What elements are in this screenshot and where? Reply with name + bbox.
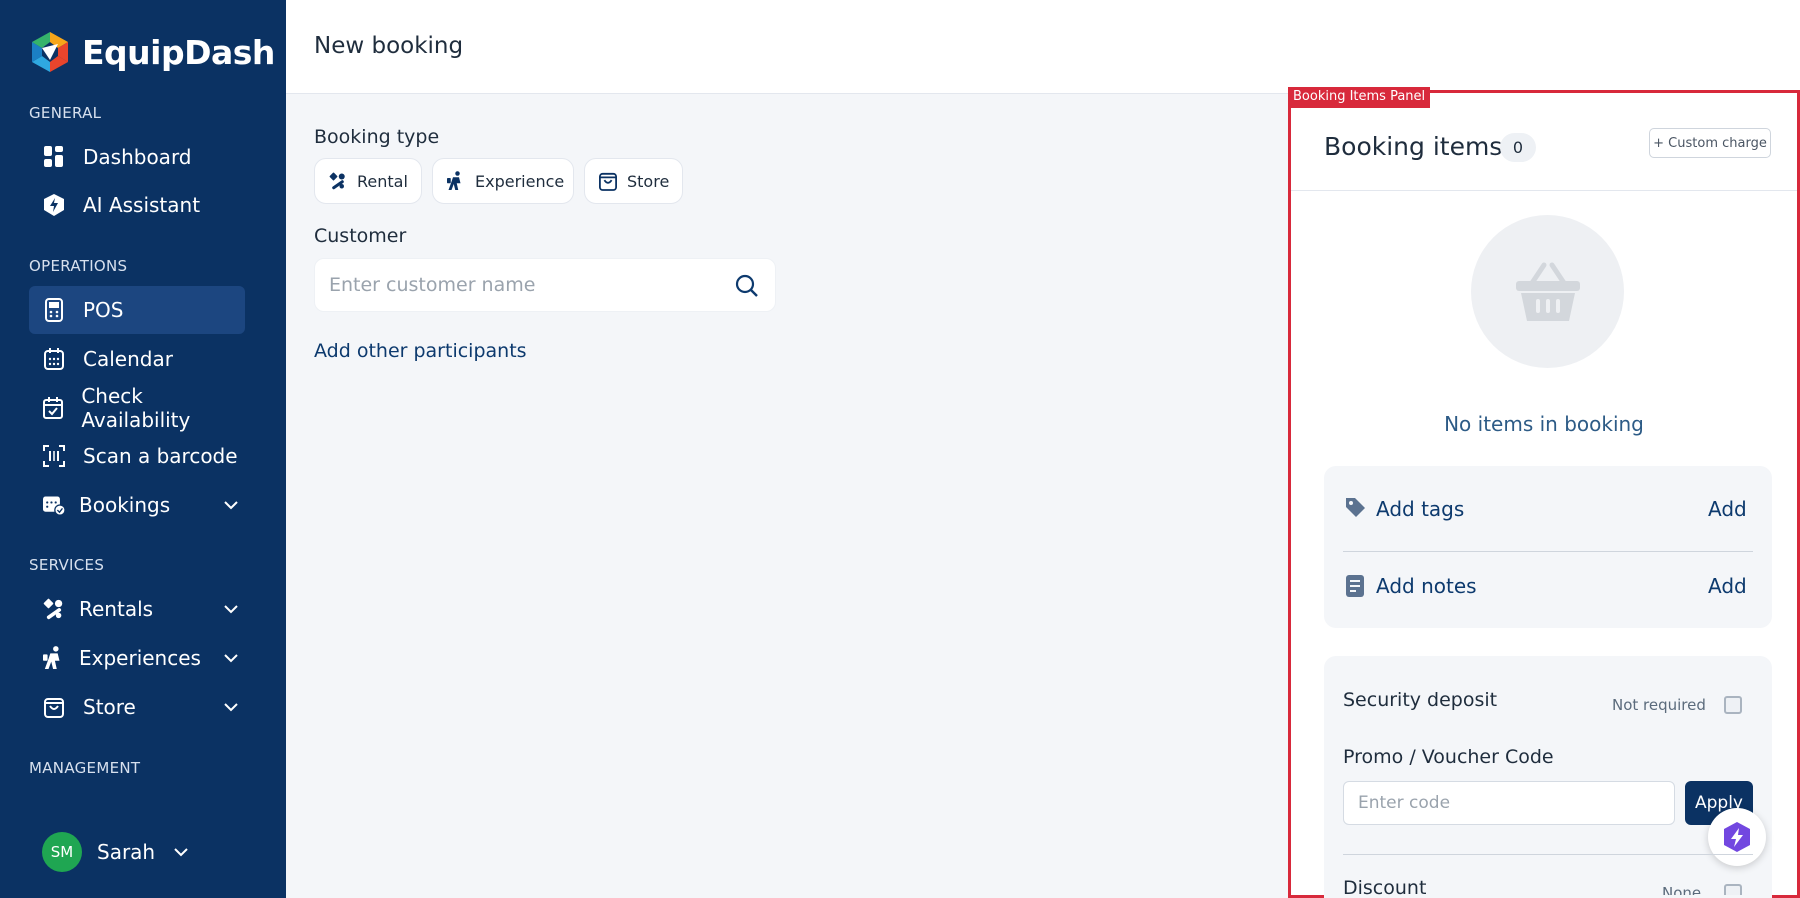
sidebar-item-bookings[interactable]: Bookings	[29, 481, 245, 529]
discount-checkbox[interactable]	[1724, 884, 1742, 895]
chevron-down-icon[interactable]	[173, 847, 189, 857]
sidebar-item-ai-assistant[interactable]: AI Assistant	[29, 181, 245, 229]
security-deposit-checkbox[interactable]	[1724, 696, 1742, 714]
discount-label: Discount	[1343, 877, 1427, 895]
lightning-icon	[1722, 821, 1752, 853]
app-name: EquipDash	[82, 32, 275, 72]
pos-terminal-icon	[43, 298, 65, 322]
sidebar-item-dashboard[interactable]: Dashboard	[29, 133, 245, 181]
ai-shield-icon	[43, 193, 65, 217]
avatar: SM	[42, 832, 82, 872]
shopping-bag-icon	[599, 171, 617, 191]
basket-icon	[1514, 261, 1582, 323]
security-deposit-status: Not required	[1612, 696, 1706, 714]
sidebar-item-store[interactable]: Store	[29, 683, 245, 731]
calendar-bookings-icon	[43, 493, 65, 517]
booking-type-rental-button[interactable]: Rental	[314, 158, 422, 204]
sidebar-item-label: Experiences	[79, 646, 201, 670]
user-name: Sarah	[97, 840, 156, 864]
sidebar: EquipDash GENERAL Dashboard AI Assistant…	[0, 0, 286, 898]
sidebar-item-calendar[interactable]: Calendar	[29, 335, 245, 383]
section-general: GENERAL	[29, 104, 102, 122]
sidebar-item-label: Bookings	[79, 493, 171, 517]
booking-type-label: Booking type	[314, 126, 440, 148]
section-services: SERVICES	[29, 556, 105, 574]
add-participants-link[interactable]: Add other participants	[314, 340, 527, 362]
security-deposit-label: Security deposit	[1343, 689, 1498, 711]
tag-icon	[1344, 496, 1366, 518]
sidebar-item-label: Dashboard	[83, 145, 192, 169]
sidebar-item-label: Rentals	[79, 597, 154, 621]
sidebar-item-label: Calendar	[83, 347, 173, 371]
calendar-check-icon	[43, 396, 64, 420]
empty-state-text: No items in booking	[1444, 412, 1644, 436]
customer-label: Customer	[314, 225, 407, 247]
sidebar-item-label: Scan a barcode	[83, 444, 238, 468]
chevron-down-icon[interactable]	[223, 697, 239, 716]
promo-code-field	[1343, 781, 1675, 825]
sidebar-item-check-availability[interactable]: Check Availability	[29, 384, 245, 432]
sidebar-item-experiences[interactable]: Experiences	[29, 634, 245, 682]
add-tags-label: Add tags	[1376, 497, 1465, 521]
equipdash-logo-icon	[28, 30, 72, 74]
customer-input[interactable]	[315, 259, 715, 311]
divider	[1343, 854, 1753, 855]
booking-type-label: Rental	[357, 171, 408, 191]
empty-basket	[1471, 215, 1624, 368]
notes-icon	[1345, 574, 1365, 598]
add-notes-button[interactable]: Add	[1708, 574, 1747, 598]
section-operations: OPERATIONS	[29, 257, 128, 275]
promo-code-input[interactable]	[1344, 782, 1674, 824]
divider	[1343, 551, 1753, 552]
divider	[1291, 190, 1797, 191]
quick-action-button[interactable]	[1708, 808, 1766, 866]
booking-type-label: Experience	[475, 171, 565, 191]
booking-type-store-button[interactable]: Store	[584, 158, 683, 204]
app-logo[interactable]: EquipDash	[28, 30, 275, 74]
chevron-down-icon[interactable]	[223, 599, 239, 618]
promo-code-label: Promo / Voucher Code	[1343, 746, 1554, 768]
section-management: MANAGEMENT	[29, 759, 141, 777]
rental-icon	[43, 597, 65, 621]
discount-status: None	[1662, 884, 1702, 895]
sidebar-item-label: POS	[83, 298, 124, 322]
calendar-icon	[43, 347, 65, 371]
search-icon[interactable]	[735, 274, 759, 302]
add-notes-label: Add notes	[1376, 574, 1477, 598]
rental-icon	[329, 172, 347, 190]
page-header: New booking	[286, 0, 1800, 94]
sidebar-item-label: Check Availability	[81, 384, 191, 432]
items-count-badge: 0	[1500, 133, 1536, 162]
sidebar-item-pos[interactable]: POS	[29, 286, 245, 334]
experience-icon	[447, 171, 465, 191]
chevron-down-icon[interactable]	[223, 648, 239, 667]
page-title: New booking	[314, 33, 464, 59]
booking-items-title: Booking items	[1324, 132, 1503, 161]
customer-search-field	[314, 258, 776, 312]
sidebar-item-rentals[interactable]: Rentals	[29, 585, 245, 633]
panel-annotation-tag: Booking Items Panel	[1288, 87, 1431, 108]
sidebar-item-label: AI Assistant	[83, 193, 201, 217]
custom-charge-button[interactable]: + Custom charge	[1649, 128, 1771, 158]
sidebar-item-scan-barcode[interactable]: Scan a barcode	[29, 432, 245, 480]
tags-notes-card	[1324, 466, 1772, 628]
shopping-bag-icon	[43, 695, 65, 719]
add-tags-button[interactable]: Add	[1708, 497, 1747, 521]
user-menu[interactable]: SM Sarah	[42, 832, 189, 872]
barcode-scan-icon	[43, 444, 65, 468]
booking-type-experience-button[interactable]: Experience	[432, 158, 574, 204]
grid-icon	[43, 145, 65, 169]
sidebar-item-label: Store	[83, 695, 136, 719]
chevron-down-icon[interactable]	[223, 495, 239, 514]
booking-type-label: Store	[627, 171, 670, 191]
experience-icon	[43, 646, 65, 670]
